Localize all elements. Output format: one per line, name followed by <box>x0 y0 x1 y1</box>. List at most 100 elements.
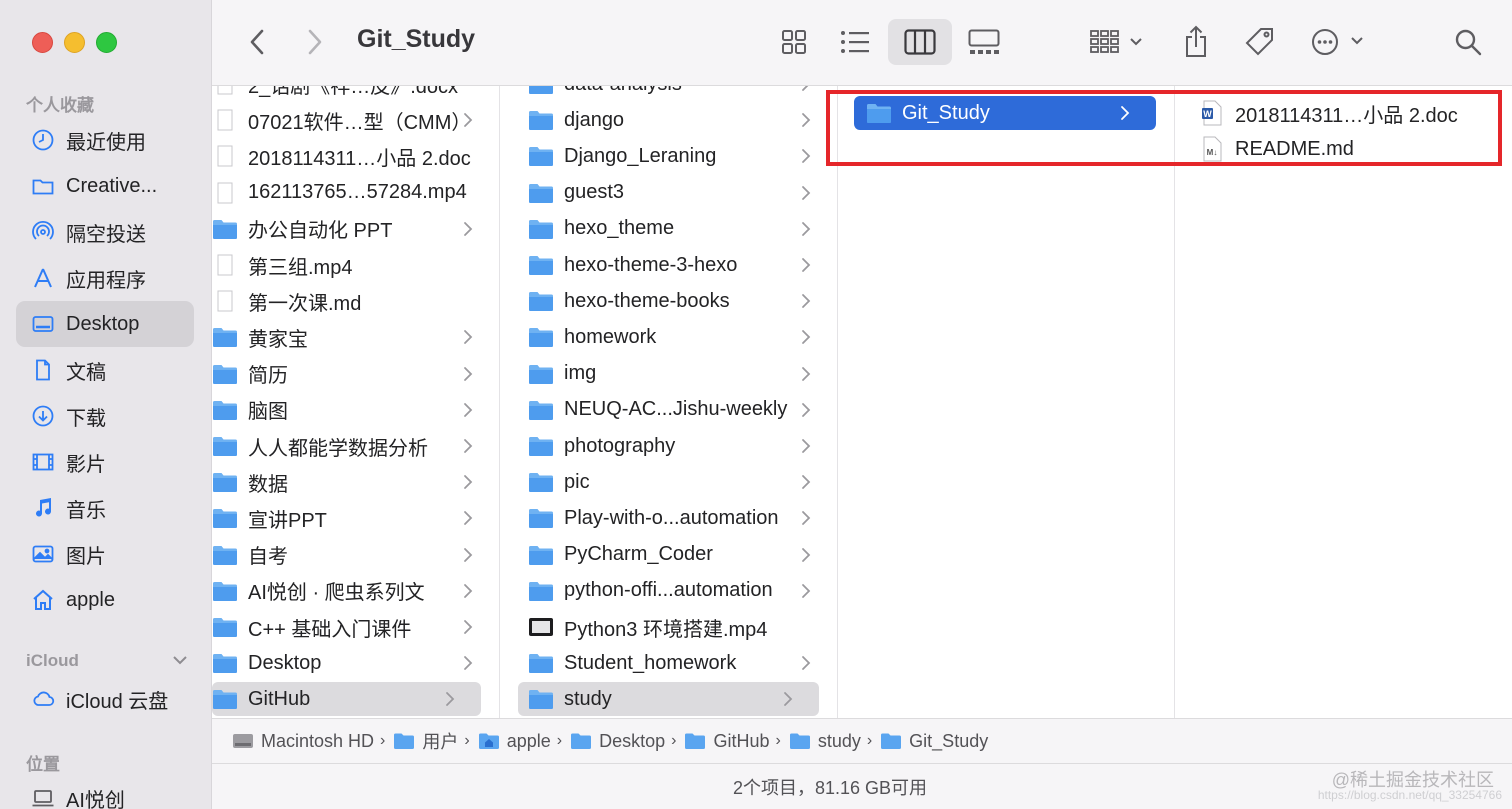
sidebar-item-music[interactable]: 音乐 <box>16 485 194 531</box>
folder-row[interactable]: 黄家宝 <box>212 320 499 354</box>
sidebar-item-downloads[interactable]: 下载 <box>16 393 194 439</box>
forward-button[interactable] <box>300 24 330 60</box>
folder-row[interactable]: python-offi...automation <box>500 574 837 608</box>
column-desktop[interactable]: 2_话剧《祥…皮》.docx 07021软件…型（CMM） 2018114311…小… <box>212 86 500 718</box>
folder-row[interactable]: Desktop <box>212 646 499 680</box>
photo-icon <box>30 541 56 567</box>
item-label: GitHub <box>248 687 311 710</box>
minimize-window-button[interactable] <box>64 32 85 53</box>
file-row[interactable]: 2_话剧《祥…皮》.docx <box>212 86 499 101</box>
folder-row[interactable]: 数据 <box>212 465 499 499</box>
folder-row[interactable]: hexo_theme <box>500 212 837 246</box>
folder-row[interactable]: Play-with-o...automation <box>500 501 837 535</box>
folder-row[interactable]: 办公自动化 PPT <box>212 212 499 246</box>
item-label: photography <box>564 434 676 457</box>
folder-row[interactable]: 简历 <box>212 357 499 391</box>
sidebar-item-documents[interactable]: 文稿 <box>16 347 194 393</box>
chevron-down-icon[interactable] <box>170 650 190 670</box>
sidebar-item-applications[interactable]: 应用程序 <box>16 255 194 301</box>
folder-row[interactable]: data-analysis <box>500 86 837 101</box>
chevron-right-icon <box>802 402 811 417</box>
sidebar: 个人收藏 最近使用 Creative... 隔空投送 应用程序 Desktop … <box>0 0 212 809</box>
breadcrumb-item[interactable]: GitHub › <box>684 731 781 752</box>
folder-row[interactable]: 自考 <box>212 538 499 572</box>
folder-icon <box>529 86 553 94</box>
column-view-icon <box>904 29 936 55</box>
group-by-button[interactable] <box>1086 22 1148 62</box>
folder-row[interactable]: study <box>518 682 819 717</box>
file-row[interactable]: 2018114311…小品 2.doc <box>212 139 499 173</box>
list-view-button[interactable] <box>832 22 878 62</box>
item-label: Desktop <box>248 651 322 674</box>
folder-icon <box>529 256 553 275</box>
gallery-view-button[interactable] <box>962 22 1006 62</box>
column-view-button[interactable] <box>888 19 952 65</box>
sidebar-item-label: 影片 <box>66 453 106 476</box>
folder-icon <box>213 581 237 601</box>
breadcrumb-item[interactable]: 用户 › <box>393 728 470 754</box>
folder-row[interactable]: 人人都能学数据分析 <box>212 429 499 463</box>
sidebar-item-desktop[interactable]: Desktop <box>16 301 194 347</box>
search-button[interactable] <box>1448 22 1488 62</box>
folder-icon <box>529 364 553 384</box>
breadcrumb-item[interactable]: Macintosh HD › <box>232 731 385 752</box>
folder-row[interactable]: guest3 <box>500 176 837 210</box>
sidebar-item-movies[interactable]: 影片 <box>16 439 194 485</box>
folder-row[interactable]: pic <box>500 465 837 499</box>
folder-row[interactable]: Django_Leraning <box>500 139 837 173</box>
more-actions-button[interactable] <box>1308 22 1370 62</box>
close-window-button[interactable] <box>32 32 53 53</box>
sidebar-item-pictures[interactable]: 图片 <box>16 531 194 577</box>
breadcrumb-item[interactable]: Git_Study <box>880 731 988 752</box>
folder-row[interactable]: C++ 基础入门课件 <box>212 610 499 644</box>
folder-icon <box>213 437 237 456</box>
sidebar-item-recents[interactable]: 最近使用 <box>16 117 194 163</box>
file-row[interactable]: Python3 环境搭建.mp4 <box>500 610 837 644</box>
folder-row[interactable]: GitHub <box>212 682 481 717</box>
tags-button[interactable] <box>1238 22 1282 62</box>
folder-row[interactable]: Student_homework <box>500 646 837 680</box>
folder-row[interactable]: PyCharm_Coder <box>500 538 837 572</box>
breadcrumb-item[interactable]: Desktop › <box>570 731 676 752</box>
back-button[interactable] <box>242 24 272 60</box>
item-label: data-analysis <box>564 86 682 96</box>
icon-view-button[interactable] <box>772 22 816 62</box>
folder-icon <box>529 437 553 456</box>
folder-row[interactable]: photography <box>500 429 837 463</box>
folder-row[interactable]: django <box>500 103 837 137</box>
file-row[interactable]: 07021软件…型（CMM） <box>212 103 499 137</box>
folder-row[interactable]: homework <box>500 320 837 354</box>
breadcrumb-item[interactable]: study › <box>789 731 872 752</box>
folder-row[interactable]: img <box>500 357 837 391</box>
grid-view-icon <box>782 30 806 54</box>
folder-row[interactable]: NEUQ-AC...Jishu-weekly <box>500 393 837 427</box>
share-button[interactable] <box>1178 20 1214 64</box>
folder-row[interactable]: hexo-theme-3-hexo <box>500 248 837 282</box>
breadcrumb-label: study <box>817 730 861 751</box>
folder-icon <box>213 618 237 637</box>
file-icon <box>217 145 233 167</box>
sidebar-item-creative[interactable]: Creative... <box>16 163 194 209</box>
sidebar-item-icloud-drive[interactable]: iCloud 云盘 <box>16 676 194 722</box>
file-row[interactable]: 第三组.mp4 <box>212 248 499 282</box>
breadcrumb-label: Desktop <box>599 730 666 751</box>
sidebar-item-home[interactable]: apple <box>16 577 194 623</box>
column-github[interactable]: data-analysis django Django_Leraning guest3… <box>500 86 838 718</box>
sidebar-item-laptop[interactable]: AI悦创 <box>16 775 194 809</box>
column-git-study[interactable]: W 2018114311…小品 2.doc M↓ README.md <box>1175 86 1512 718</box>
folder-row[interactable]: 脑图 <box>212 393 499 427</box>
zoom-window-button[interactable] <box>96 32 117 53</box>
sidebar-item-label: 下载 <box>66 407 106 430</box>
folder-icon <box>213 219 237 239</box>
sidebar-item-airdrop[interactable]: 隔空投送 <box>16 209 194 255</box>
folder-row[interactable]: hexo-theme-books <box>500 284 837 318</box>
file-row[interactable]: 第一次课.md <box>212 284 499 318</box>
breadcrumb-item[interactable]: apple › <box>478 731 562 752</box>
file-row[interactable]: 162113765…57284.mp4 <box>212 176 499 210</box>
folder-row[interactable]: AI悦创 · 爬虫系列文 <box>212 574 499 608</box>
item-label: hexo_theme <box>564 217 675 240</box>
column-study[interactable]: Git_Study <box>838 86 1175 718</box>
item-label: hexo-theme-books <box>564 289 730 312</box>
folder-row[interactable]: 宣讲PPT <box>212 501 499 535</box>
window-title: Git_Study <box>357 25 476 53</box>
